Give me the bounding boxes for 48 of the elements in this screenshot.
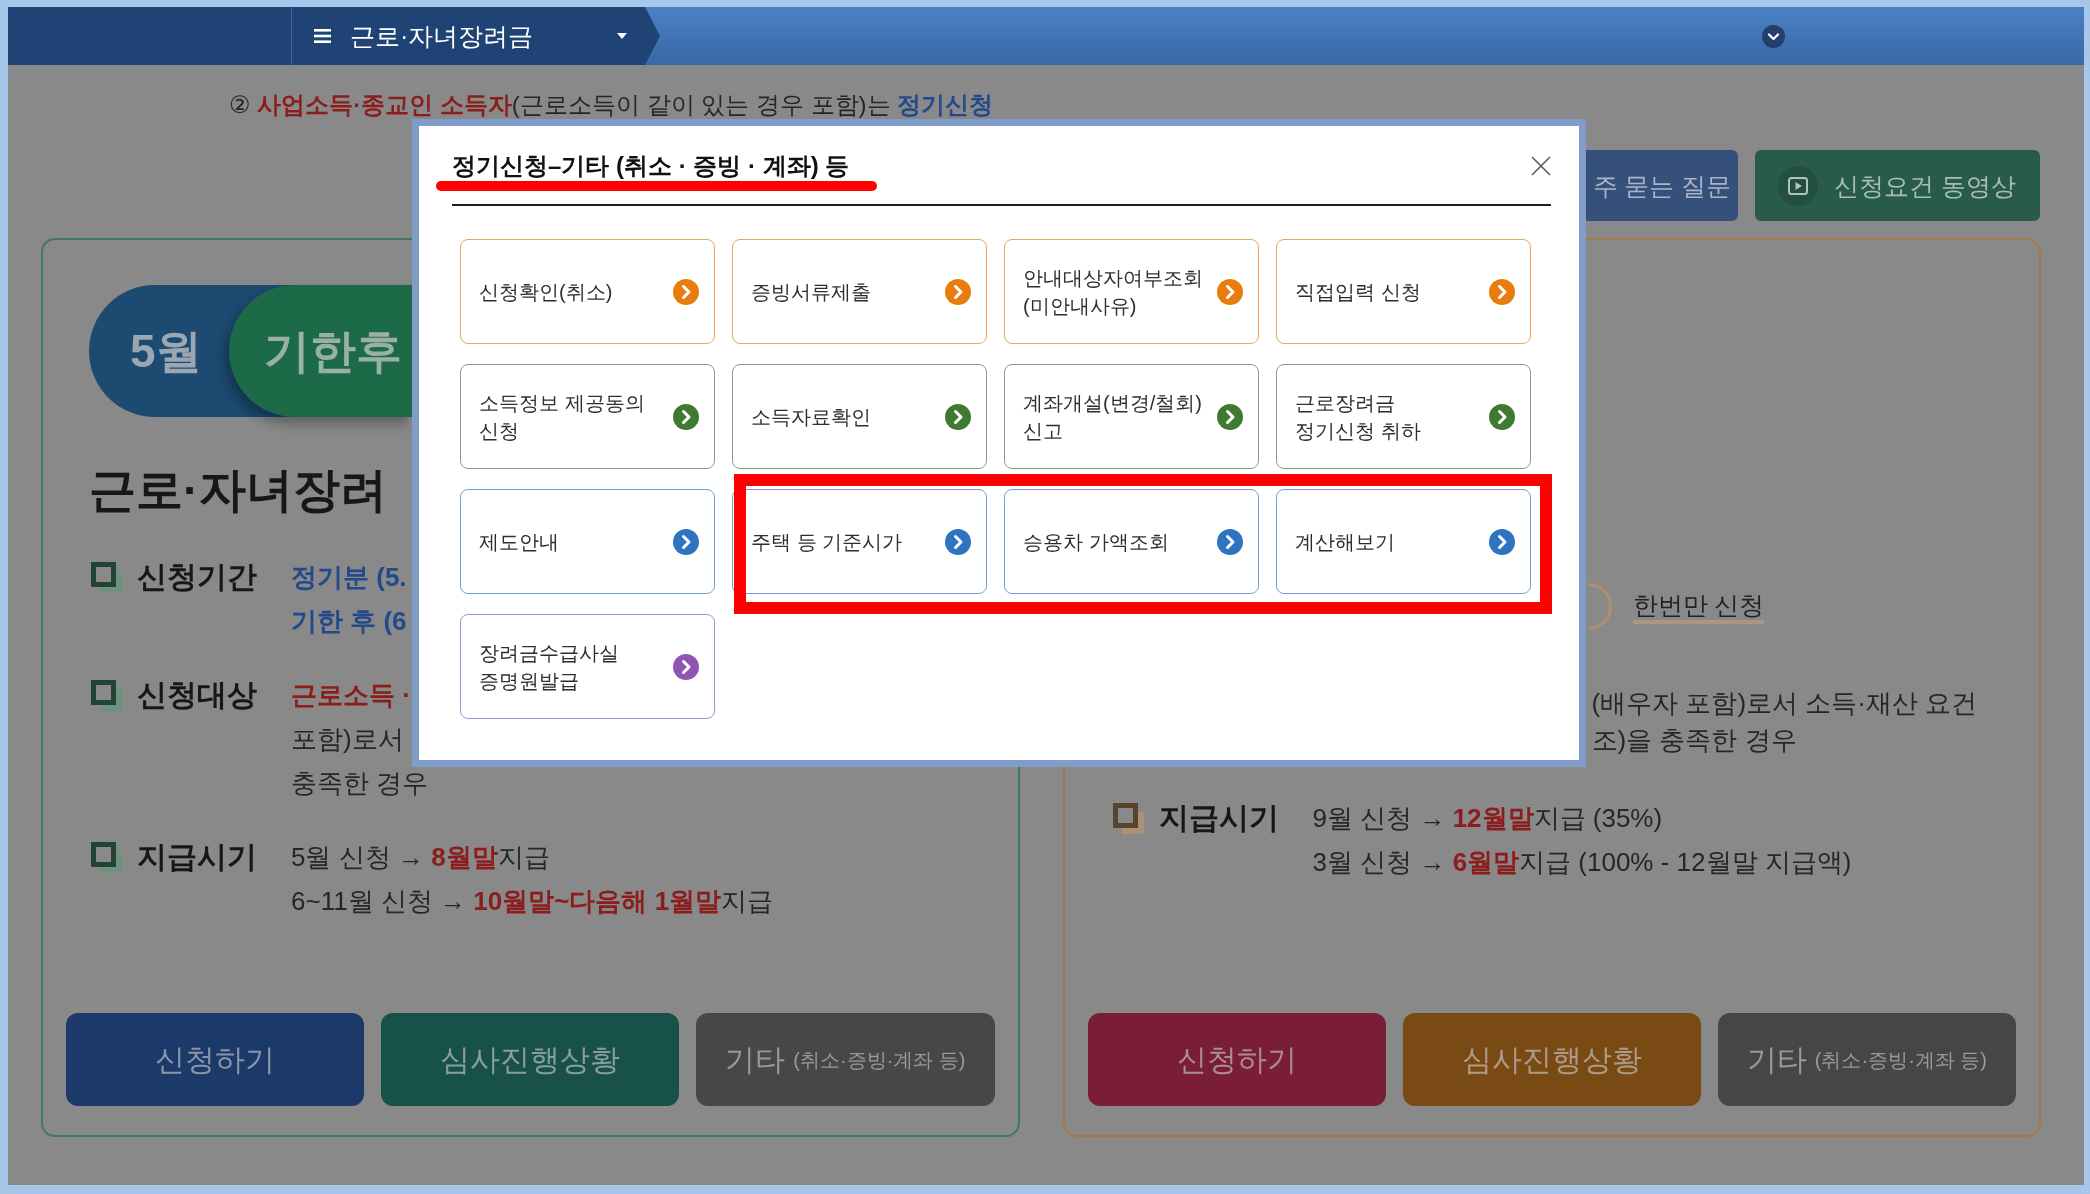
menu-tile[interactable]: 계좌개설(변경/철회) 신고 (1004, 364, 1259, 469)
faq-button[interactable]: 주 묻는 질문 (1586, 150, 1738, 221)
play-icon (1778, 165, 1818, 206)
field-value: 근로소득 · (291, 680, 411, 710)
field-label: 지급시기 (137, 842, 257, 872)
arc-icon (1586, 583, 1614, 630)
menu-tile[interactable]: 증빙서류제출 (732, 239, 987, 344)
field-value: 조)을 충족한 경우 (1591, 725, 1797, 755)
square-bullet-icon (1112, 803, 1145, 835)
square-bullet-icon (91, 562, 123, 594)
menu-tile[interactable]: 주택 등 기준시가 (732, 489, 987, 594)
menu-tile[interactable]: 승용차 가액조회 (1004, 489, 1259, 594)
field-value: 기한 후 (6 (291, 606, 407, 636)
field-value: 6~11월 신청 → 10월말~다음해 1월말지급 (291, 886, 774, 916)
dialog-title: 정기신청–기타 (취소 · 증빙 · 계좌) 등 (452, 151, 850, 181)
option-label[interactable]: 한번만 신청 (1632, 589, 1765, 624)
close-button[interactable] (1531, 156, 1551, 176)
menu-dropdown[interactable]: 근로·자녀장려금 (291, 7, 660, 65)
field-value: 충족한 경우 (291, 768, 429, 798)
field-label: 신청기간 (137, 562, 257, 592)
menu-icon (314, 29, 331, 43)
square-bullet-icon (91, 842, 123, 874)
menu-tile[interactable]: 안내대상자여부조회 (미안내사유) (1004, 239, 1259, 344)
field-value: (배우자 포함)로서 소득·재산 요건 (1591, 688, 1978, 718)
action-button[interactable]: 신청하기 (66, 1013, 365, 1106)
menu-tile[interactable]: 계산해보기 (1276, 489, 1531, 594)
notice-text: ② 사업소득·종교인 소득자(근로소득이 같이 있는 경우 포함)는 정기신청 (229, 91, 994, 119)
menu-tile[interactable]: 제도안내 (460, 489, 715, 594)
field-value: 포함)로서 (291, 724, 404, 754)
menu-tile[interactable]: 소득정보 제공동의 신청 (460, 364, 715, 469)
menu-tile[interactable]: 장려금수급사실 증명원발급 (460, 614, 715, 719)
field-value: 정기분 (5. (291, 562, 407, 592)
square-bullet-icon (91, 680, 123, 712)
period-tab[interactable]: 5월 (89, 285, 229, 417)
close-icon (1531, 156, 1551, 176)
video-button[interactable]: 신청요건 동영상 (1755, 150, 2040, 221)
field-label: 지급시기 (1158, 803, 1279, 833)
menu-tile[interactable]: 직접입력 신청 (1276, 239, 1531, 344)
caret-icon (617, 33, 627, 39)
field-value: 9월 신청 → 12월말지급 (35%) (1312, 803, 1663, 833)
menu-tile[interactable]: 소득자료확인 (732, 364, 987, 469)
field-label: 신청대상 (137, 680, 257, 710)
card-title: 근로·자녀장려 (89, 462, 387, 518)
chevron-down-icon[interactable] (1762, 24, 1785, 48)
menu-tile[interactable]: 근로장려금 정기신청 취하 (1276, 364, 1531, 469)
menu-tile[interactable]: 신청확인(취소) (460, 239, 715, 344)
field-value: 3월 신청 → 6월말지급 (100% - 12월말 지급액) (1312, 847, 1852, 877)
field-value: 5월 신청 → 8월말지급 (291, 842, 550, 872)
